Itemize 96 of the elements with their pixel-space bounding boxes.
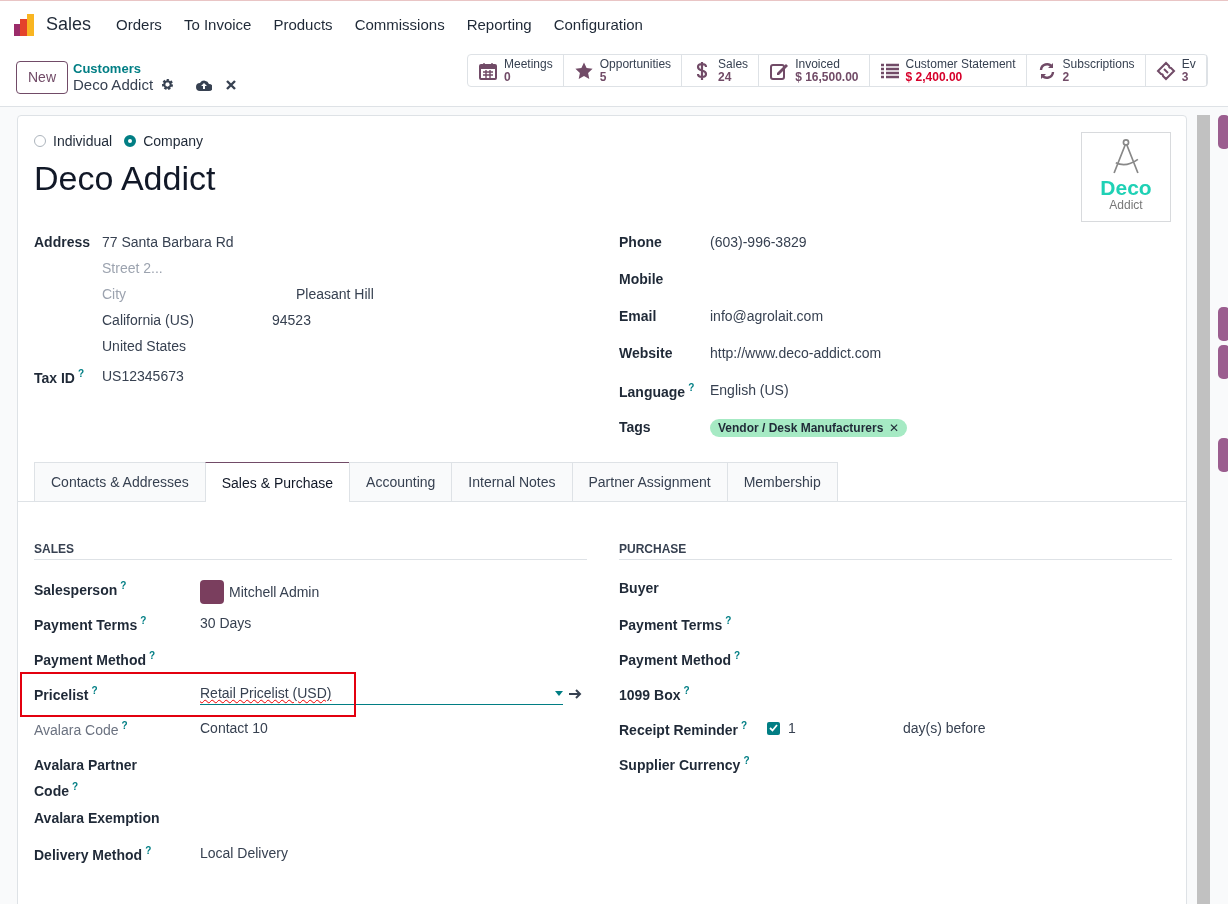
street-field[interactable]: 77 Santa Barbara Rd [102,234,374,250]
help-tooltip[interactable]: ? [120,580,127,591]
field-label: Payment Terms $^{?}$ [619,615,733,633]
field-label: Pricelist $^{?}$ [34,685,99,703]
company-logo[interactable]: Deco Addict [1081,132,1171,222]
app-name[interactable]: Sales [46,14,92,35]
chat-avatar [1218,307,1228,341]
stat-button[interactable]: Customer Statement $ 2,400.00 [869,55,1027,86]
menu-item[interactable]: Commissions [343,16,456,33]
stat-button[interactable]: Opportunities 5 [563,55,683,86]
help-tooltip[interactable]: ? [91,685,98,696]
field-label: Buyer [619,580,660,596]
new-button[interactable]: New [16,60,68,94]
help-tooltip[interactable]: ? [734,650,741,661]
arrow-right-icon[interactable] [569,689,582,699]
field-label: Salesperson $^{?}$ [34,580,128,598]
tag-chip[interactable]: Vendor / Desk Manufacturers ✕ [710,419,908,437]
country-field[interactable]: United States [102,338,374,354]
unit-label: day(s) before [903,720,986,736]
field-value[interactable]: info@agrolait.com [710,308,824,324]
section-title: PURCHASE [619,542,1172,560]
help-tooltip[interactable]: ? [743,755,750,766]
field-value[interactable]: English (US) [710,382,789,398]
field-value[interactable]: http://www.deco-addict.com [710,345,882,361]
close-icon[interactable] [226,79,237,90]
partner-name[interactable]: Deco Addict [34,159,216,198]
help-tooltip[interactable]: ? [725,615,732,626]
field-label: Website [619,345,674,361]
field-label: Avalara Code $^{?}$ [34,720,129,738]
field-value[interactable]: 30 Days [200,615,252,631]
help-tooltip[interactable]: ? [145,845,152,856]
menu-item[interactable]: Configuration [542,16,654,33]
help-tooltip[interactable]: ? [72,781,79,792]
field-label: Payment Method $^{?}$ [619,650,742,668]
cloud-upload-icon[interactable] [196,78,213,91]
field-label: Supplier Currency $^{?}$ [619,755,751,773]
caret-icon[interactable] [555,690,563,696]
radio-option[interactable]: Individual [34,133,113,149]
address-field[interactable]: Pleasant Hill [296,286,374,302]
field-label: Avalara Partner Code $^{?}$ [34,756,138,801]
stat-button[interactable]: Meetings 0 [468,55,564,86]
menu-item[interactable]: Products [262,16,344,33]
tab[interactable]: Accounting [349,462,453,501]
field-value[interactable]: (603)-996-3829 [710,234,807,250]
field-label: Tags [619,419,652,435]
field-label: Avalara Exemption [34,810,161,826]
field-value[interactable]: 1 [788,720,903,736]
field-label: 1099 Box $^{?}$ [619,685,691,703]
field-label: Language $^{?}$ [619,382,696,400]
calendar-icon [478,60,498,81]
help-tooltip[interactable]: ? [78,368,85,379]
breadcrumb-link[interactable]: Customers [73,61,463,76]
tab[interactable]: Sales & Purchase [204,462,351,502]
chat-avatar [1218,115,1228,149]
stat-button[interactable]: Ev 3 [1145,55,1207,86]
field-value[interactable]: Mitchell Admin [229,584,320,600]
avatar-placeholder [200,580,224,604]
stat-button[interactable]: Invoiced $ 16,500.00 [759,55,870,86]
field-label: Tax ID $^{?}$ [34,368,86,386]
settings-icon[interactable] [161,78,175,91]
stat-button[interactable]: Subscriptions 2 [1026,55,1146,86]
menu-item[interactable]: Orders [105,16,173,33]
remove-tag-icon[interactable]: ✕ [889,421,900,435]
help-tooltip[interactable]: ? [683,685,690,696]
zip-field[interactable]: 94523 [272,312,311,328]
radio-option[interactable]: Company [124,133,204,149]
help-tooltip[interactable]: ? [149,650,156,661]
field-label: Mobile [619,271,665,287]
section-title: SALES [34,542,587,560]
stat-button[interactable]: Sales 24 [682,55,760,86]
field-label: Delivery Method $^{?}$ [34,845,153,863]
field-label: Email [619,308,658,324]
chat-avatar [1218,438,1228,472]
help-tooltip[interactable]: ? [688,382,695,393]
tax-id-field[interactable]: US12345673 [102,368,184,384]
tab[interactable]: Partner Assignment [571,462,728,501]
chat-avatar [1218,345,1228,379]
ticket-icon [1155,60,1176,81]
record-title: Deco Addict [73,76,154,93]
tab[interactable]: Membership [726,462,838,501]
pricelist-select[interactable]: Retail Pricelist (USD) [200,685,563,705]
help-tooltip[interactable]: ? [140,615,147,626]
field-value[interactable]: Local Delivery [200,845,288,861]
field-label: Address [34,234,92,250]
menu-item[interactable]: To Invoice [172,16,263,33]
tab[interactable]: Internal Notes [451,462,573,501]
state-field[interactable]: California (US) [102,312,272,328]
menu-item[interactable]: Reporting [455,16,543,33]
checkbox[interactable] [767,721,780,735]
field-label: Payment Method $^{?}$ [34,650,157,668]
tab[interactable]: Contacts & Addresses [34,462,206,501]
field-label: Payment Terms $^{?}$ [34,615,148,633]
scrollbar[interactable] [1197,115,1210,904]
field-label: Receipt Reminder $^{?}$ [619,720,749,738]
help-tooltip[interactable]: ? [741,720,748,731]
field-label: Phone [619,234,663,250]
